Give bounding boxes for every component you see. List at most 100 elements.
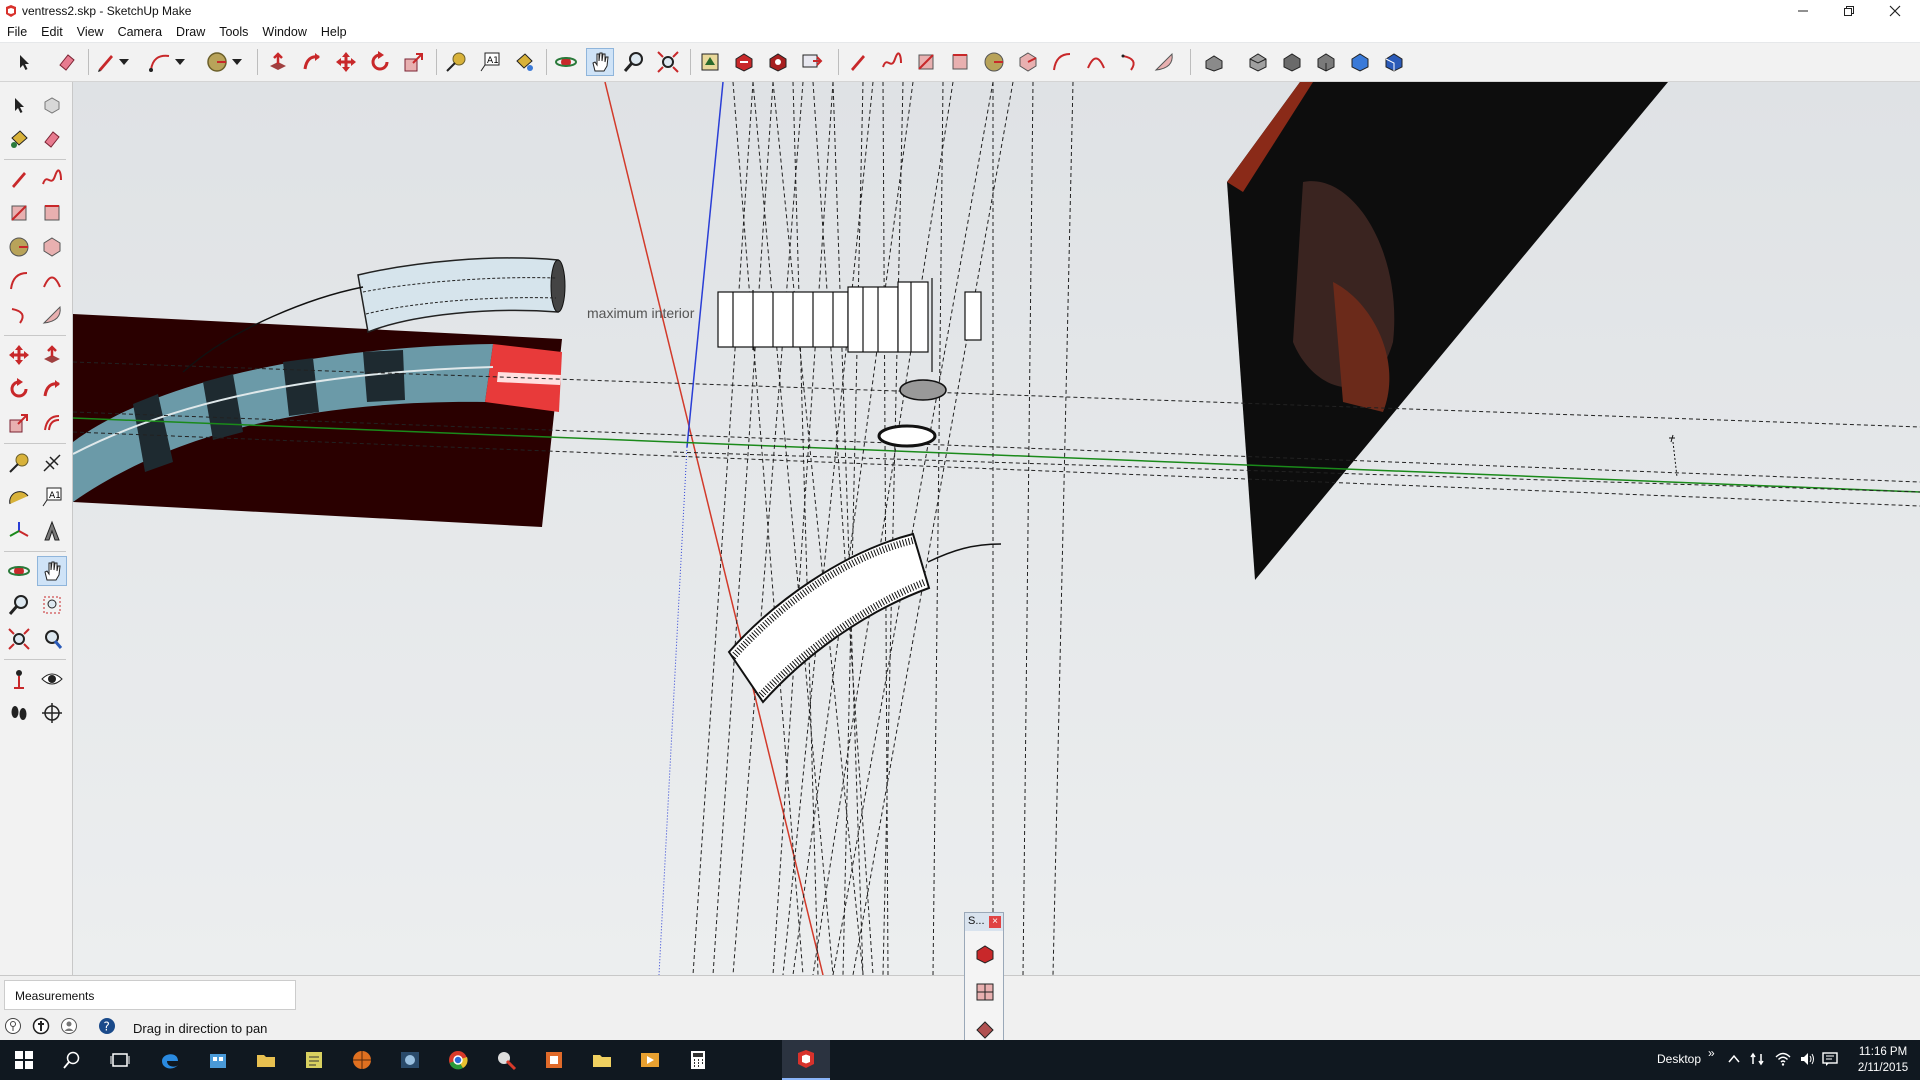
three-point-arc-tool-button[interactable] [1116, 48, 1144, 76]
file-explorer-button[interactable] [242, 1040, 290, 1080]
model-viewport[interactable]: maximum interior [73, 82, 1920, 975]
rotated-rectangle-tool-button[interactable] [946, 48, 974, 76]
protractor-button[interactable] [4, 482, 34, 512]
office-app-button[interactable] [530, 1040, 578, 1080]
extension-icon[interactable] [974, 1019, 996, 1041]
shape-tool-dropdown[interactable] [229, 48, 245, 76]
store-button[interactable] [194, 1040, 242, 1080]
text-tool-button[interactable]: A1 [476, 48, 504, 76]
dimension-button[interactable] [37, 448, 67, 478]
arc-button[interactable] [4, 266, 34, 296]
shape-tool-button[interactable] [203, 48, 231, 76]
arc-2-tool-button[interactable] [1048, 48, 1076, 76]
offset-button[interactable] [37, 408, 67, 438]
two-point-arc-button[interactable] [37, 266, 67, 296]
tray-close-button[interactable]: × [989, 916, 1001, 928]
3d-text-button[interactable] [37, 516, 67, 546]
views-iso-button[interactable] [1200, 48, 1228, 76]
tape-measure-button[interactable] [4, 448, 34, 478]
line-tool-2-button[interactable] [844, 48, 872, 76]
warehouse-icon[interactable] [974, 981, 996, 1003]
menu-tools[interactable]: Tools [212, 25, 255, 39]
orbit-tool-button[interactable] [552, 48, 580, 76]
follow-me-button[interactable] [37, 374, 67, 404]
freehand-tool-button[interactable] [878, 48, 906, 76]
geo-location-icon[interactable] [4, 1017, 22, 1035]
zoom-window-button[interactable] [37, 590, 67, 620]
zoom-extents-button[interactable] [4, 624, 34, 654]
3d-warehouse-button[interactable] [696, 48, 724, 76]
orange-app-button[interactable] [338, 1040, 386, 1080]
freehand-button[interactable] [37, 164, 67, 194]
move-tool-button[interactable] [332, 48, 360, 76]
line-tool-dropdown[interactable] [116, 48, 132, 76]
credits-icon[interactable] [32, 1017, 50, 1035]
scale-button[interactable] [4, 408, 34, 438]
restore-button[interactable] [1826, 0, 1872, 22]
eraser-button[interactable] [37, 124, 67, 154]
push-pull-button[interactable] [37, 340, 67, 370]
menu-edit[interactable]: Edit [34, 25, 70, 39]
notepad-app-button[interactable] [290, 1040, 338, 1080]
volume-icon[interactable] [1800, 1051, 1816, 1067]
views-back-button[interactable] [1346, 48, 1374, 76]
line-button[interactable] [4, 164, 34, 194]
tool-app-button[interactable] [482, 1040, 530, 1080]
share-model-icon[interactable] [974, 943, 996, 965]
menu-view[interactable]: View [70, 25, 111, 39]
system-clock[interactable]: 11:16 PM 2/11/2015 [1855, 1044, 1911, 1076]
rotate-button[interactable] [4, 374, 34, 404]
task-view-button[interactable] [96, 1040, 144, 1080]
circle-tool-button[interactable] [980, 48, 1008, 76]
share-model-button[interactable] [730, 48, 758, 76]
section-plane-button[interactable] [37, 698, 67, 728]
rectangle-tool-button[interactable] [912, 48, 940, 76]
paint-bucket-button[interactable] [4, 124, 34, 154]
views-front-button[interactable] [1278, 48, 1306, 76]
menu-camera[interactable]: Camera [111, 25, 169, 39]
close-button[interactable] [1872, 0, 1918, 22]
wifi-icon[interactable] [1775, 1051, 1791, 1067]
polygon-tool-button[interactable] [1014, 48, 1042, 76]
arc-tool-dropdown[interactable] [172, 48, 188, 76]
calculator-button[interactable] [674, 1040, 722, 1080]
move-button[interactable] [4, 340, 34, 370]
walk-button[interactable] [4, 698, 34, 728]
start-button[interactable] [0, 1040, 48, 1080]
pie-button[interactable] [37, 300, 67, 330]
menu-window[interactable]: Window [255, 25, 313, 39]
toolbar-overflow-chevron[interactable]: » [1708, 1046, 1715, 1060]
pie-tool-button[interactable] [1150, 48, 1178, 76]
menu-help[interactable]: Help [314, 25, 354, 39]
zoom-button[interactable] [4, 590, 34, 620]
look-around-button[interactable] [37, 664, 67, 694]
edge-browser-button[interactable] [146, 1040, 194, 1080]
scale-tool-button[interactable] [400, 48, 428, 76]
video-app-button[interactable] [626, 1040, 674, 1080]
media-app-button[interactable] [386, 1040, 434, 1080]
text-button[interactable]: A1 [37, 482, 67, 512]
chrome-button[interactable] [434, 1040, 482, 1080]
eraser-tool-button[interactable] [53, 48, 81, 76]
sketchup-taskbar-button[interactable] [782, 1040, 830, 1080]
folder-app-button[interactable] [578, 1040, 626, 1080]
push-pull-tool-button[interactable] [264, 48, 292, 76]
position-camera-button[interactable] [4, 664, 34, 694]
chevron-up-icon[interactable] [1727, 1052, 1741, 1066]
rotated-rectangle-button[interactable] [37, 198, 67, 228]
share-component-button[interactable] [764, 48, 792, 76]
arc-3-tool-button[interactable] [1082, 48, 1110, 76]
tape-measure-tool-button[interactable] [442, 48, 470, 76]
previous-view-button[interactable] [37, 624, 67, 654]
select-tool-button[interactable] [10, 48, 38, 76]
zoom-tool-button[interactable] [620, 48, 648, 76]
make-component-button[interactable] [37, 90, 67, 120]
instructor-help-icon[interactable]: ? [98, 1017, 116, 1035]
zoom-extents-tool-button[interactable] [654, 48, 682, 76]
pan-button[interactable] [37, 556, 67, 586]
menu-file[interactable]: File [0, 25, 34, 39]
paint-bucket-tool-button[interactable] [510, 48, 538, 76]
views-left-button[interactable] [1380, 48, 1408, 76]
measurements-box[interactable]: Measurements [4, 980, 296, 1010]
follow-me-tool-button[interactable] [298, 48, 326, 76]
